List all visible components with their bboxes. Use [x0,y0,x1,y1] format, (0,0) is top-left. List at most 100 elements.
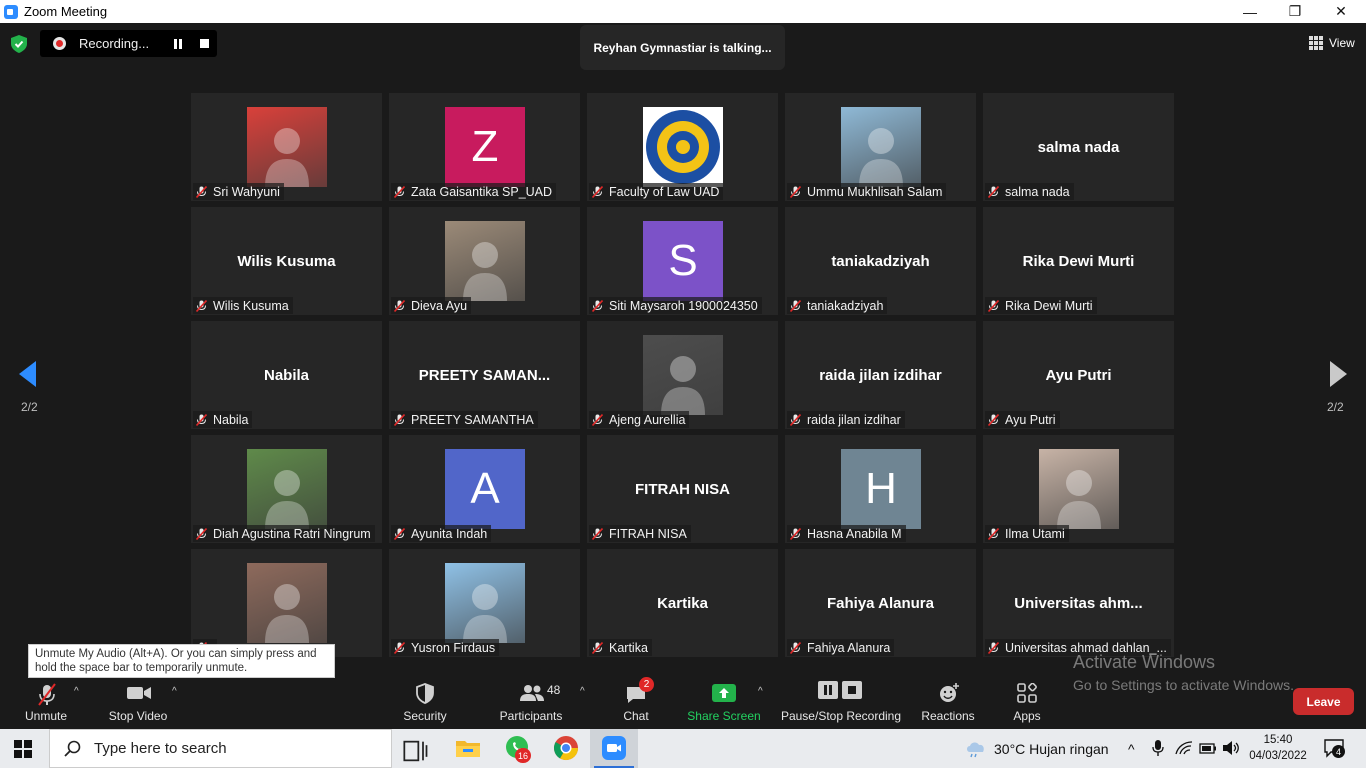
participant-tile[interactable]: Fahiya Alanura Fahiya Alanura [785,549,976,657]
notifications-button[interactable]: 4 [1323,738,1345,758]
participant-tile[interactable]: Ayu Putri Ayu Putri [983,321,1174,429]
battery-icon[interactable] [1199,742,1217,754]
university-logo [643,107,723,187]
windows-taskbar: Type here to search 16 30°C Hujan ringan… [0,729,1366,768]
person-silhouette-icon [859,128,903,187]
volume-icon[interactable] [1222,740,1240,756]
security-shield-icon[interactable] [11,35,27,53]
participant-name: Ilma Utami [1005,526,1065,541]
file-explorer-icon[interactable] [454,734,482,762]
next-page-arrow-icon[interactable] [1330,361,1347,387]
participant-tile[interactable]: Kartika Kartika [587,549,778,657]
security-button[interactable]: Security [395,678,455,729]
reactions-button[interactable]: Reactions [918,678,978,729]
minimize-button[interactable]: — [1227,0,1273,23]
participant-name-label: Zata Gaisantika SP_UAD [391,183,557,200]
zoom-taskbar-item[interactable] [590,729,638,768]
zoom-icon [602,736,626,760]
participant-tile[interactable]: Ummu Mukhlisah Salam [785,93,976,201]
previous-page-arrow-icon[interactable] [19,361,36,387]
participant-tile[interactable]: Rika Dewi Murti Rika Dewi Murti [983,207,1174,315]
chrome-icon[interactable] [552,734,580,762]
participants-count: 48 [547,683,561,697]
participant-tile[interactable]: H Hasna Anabila M [785,435,976,543]
participant-name-label: Yusron Firdaus [391,639,500,656]
task-view-icon[interactable] [402,737,430,765]
participants-options-caret-icon[interactable]: ^ [580,686,585,697]
participant-tile[interactable]: FITRAH NISA FITRAH NISA [587,435,778,543]
taskbar-search-input[interactable]: Type here to search [49,729,392,768]
pause-stop-recording-button[interactable]: Pause/Stop Recording [780,678,902,729]
audio-options-caret-icon[interactable]: ^ [74,686,79,697]
participant-name-label: raida jilan izdihar [787,411,905,428]
share-screen-button[interactable]: Share Screen [686,678,762,729]
participant-name-label: Sri Wahyuni [193,183,284,200]
participant-tile[interactable] [191,549,382,657]
weather-widget[interactable]: 30°C Hujan ringan [964,729,1109,768]
participants-label: Participants [499,709,563,723]
security-icon [416,683,434,704]
chat-label: Chat [623,709,649,723]
stop-video-button[interactable]: Stop Video [98,678,178,729]
participant-name: Wilis Kusuma [213,298,289,313]
participant-tile[interactable]: Dieva Ayu [389,207,580,315]
participant-tile[interactable]: taniakadziyah taniakadziyah [785,207,976,315]
whatsapp-icon[interactable]: 16 [504,734,532,763]
recording-indicator: Recording... [40,30,217,57]
participant-tile[interactable]: A Ayunita Indah [389,435,580,543]
participant-name-label: FITRAH NISA [589,525,691,542]
participant-photo [445,221,525,301]
apps-button[interactable]: Apps [1003,678,1051,729]
window-title: Zoom Meeting [24,4,108,19]
maximize-button[interactable]: ❐ [1272,0,1318,23]
taskbar-clock[interactable]: 15:40 04/03/2022 [1249,732,1307,764]
participant-tile[interactable]: Yusron Firdaus [389,549,580,657]
participant-tile[interactable]: Diah Agustina Ratri Ningrum [191,435,382,543]
participant-tile[interactable]: Sri Wahyuni [191,93,382,201]
share-options-caret-icon[interactable]: ^ [758,686,763,697]
leave-button[interactable]: Leave [1293,688,1354,715]
unmute-label: Unmute [24,709,68,723]
participant-name-label: Ummu Mukhlisah Salam [787,183,947,200]
participant-tile[interactable]: Faculty of Law UAD [587,93,778,201]
participant-name-label: Wilis Kusuma [193,297,293,314]
muted-mic-icon [988,641,999,654]
close-button[interactable]: ✕ [1318,0,1364,23]
participant-tile[interactable]: Ajeng Aurellia [587,321,778,429]
show-hidden-icons-caret-icon[interactable]: ^ [1128,729,1135,768]
wifi-icon[interactable] [1175,741,1193,755]
microphone-tray-icon[interactable] [1152,740,1164,757]
participant-tile[interactable]: salma nada salma nada [983,93,1174,201]
participant-name-label: PREETY SAMANTHA [391,411,538,428]
participant-name: Kartika [609,640,648,655]
participant-name: Rika Dewi Murti [1005,298,1093,313]
participant-tile[interactable]: Z Zata Gaisantika SP_UAD [389,93,580,201]
chat-button[interactable]: 2 Chat [612,677,660,729]
pause-recording-icon[interactable] [173,39,183,49]
muted-mic-icon [196,413,207,426]
participant-avatar-letter: S [643,221,723,301]
participant-tile[interactable]: Universitas ahm... Universitas ahmad dahl… [983,549,1174,657]
participant-tile[interactable]: Nabila Nabila [191,321,382,429]
video-options-caret-icon[interactable]: ^ [172,686,177,697]
participant-tile[interactable]: Ilma Utami [983,435,1174,543]
participant-name-label: Ayu Putri [985,411,1060,428]
view-button[interactable]: View [1302,32,1358,54]
participant-tile[interactable]: Wilis Kusuma Wilis Kusuma [191,207,382,315]
participant-name: raida jilan izdihar [807,412,901,427]
participant-tile[interactable]: S Siti Maysaroh 1900024350 [587,207,778,315]
participants-button[interactable]: 48 Participants [495,678,567,729]
muted-mic-icon [592,413,603,426]
muted-mic-icon [394,413,405,426]
activate-windows-watermark-text: Go to Settings to activate Windows. [1073,677,1294,693]
muted-mic-icon [196,185,207,198]
weather-text: 30°C Hujan ringan [994,740,1109,757]
muted-mic-icon [988,185,999,198]
participant-tile[interactable]: raida jilan izdihar raida jilan izdihar [785,321,976,429]
participant-tile[interactable]: PREETY SAMAN... PREETY SAMANTHA [389,321,580,429]
participant-name: Faculty of Law UAD [609,184,720,199]
stop-recording-icon[interactable] [200,39,209,48]
university-emblem-icon [646,110,720,184]
video-camera-icon [127,687,151,699]
windows-start-icon[interactable] [14,740,32,758]
